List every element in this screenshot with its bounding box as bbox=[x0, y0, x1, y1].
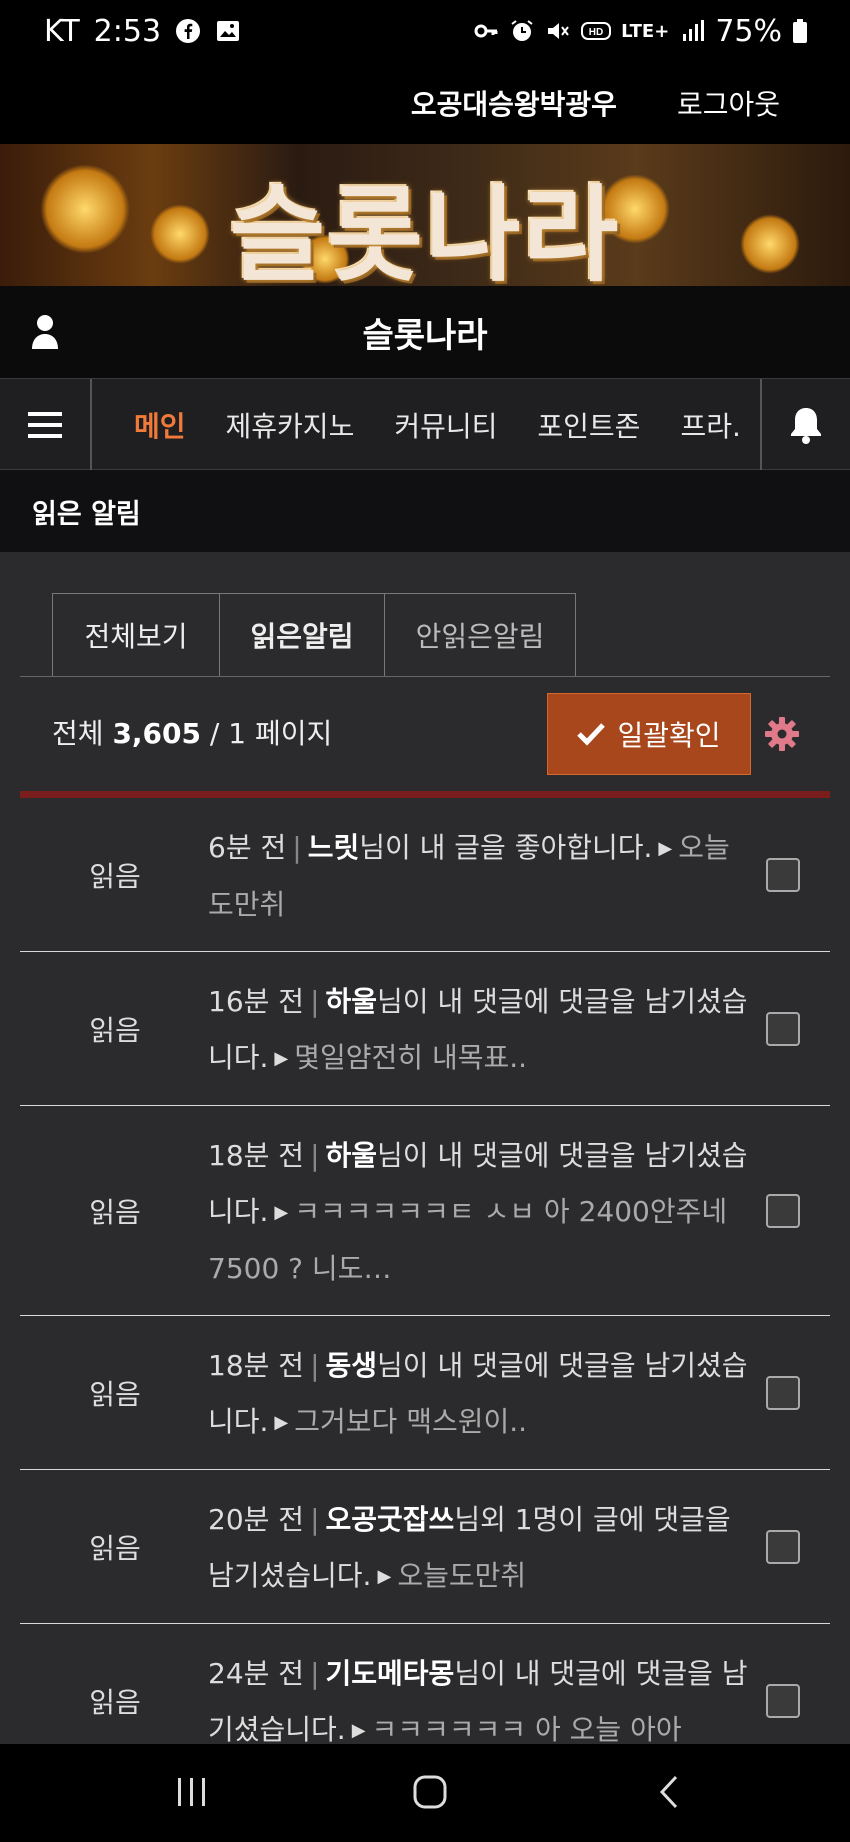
bell-icon bbox=[791, 407, 821, 444]
notification-time: 16분 전 bbox=[208, 985, 305, 1018]
svg-text:HD: HD bbox=[589, 27, 603, 38]
notification-text[interactable]: 18분 전 | 동생님이 내 댓글에 댓글을 남기셨습니다. ▶ 그거보다 맥스윈이.. bbox=[208, 1316, 753, 1469]
clock: 2:53 bbox=[93, 13, 162, 49]
site-name[interactable]: 슬롯나라 bbox=[362, 308, 487, 357]
hd-icon: HD bbox=[581, 22, 612, 40]
banner-title: 슬롯나라 bbox=[229, 174, 621, 286]
nav-item-community[interactable]: 커뮤니티 bbox=[374, 405, 517, 445]
mute-icon bbox=[548, 23, 569, 39]
select-checkbox[interactable] bbox=[766, 1683, 800, 1718]
notification-row[interactable]: 읽음 6분 전 | 느릿님이 내 글을 좋아합니다. ▶ 오늘도만취 bbox=[20, 798, 830, 952]
logout-link[interactable]: 로그아웃 bbox=[677, 83, 780, 123]
carrier-label: KT bbox=[44, 13, 80, 49]
notification-row[interactable]: 읽음 16분 전 | 하울님이 내 댓글에 댓글을 남기셨습니다. ▶ 몇일얌전히 내목… bbox=[20, 952, 830, 1106]
notification-row[interactable]: 읽음 18분 전 | 하울님이 내 댓글에 댓글을 남기셨습니다. ▶ ㅋㅋㅋㅋㅋㅋㅌ … bbox=[20, 1106, 830, 1316]
notification-message: 님이 내 글을 좋아합니다. bbox=[359, 831, 653, 864]
site-header: 슬롯나라 bbox=[0, 286, 850, 378]
tab-read[interactable]: 읽은알림 bbox=[219, 593, 384, 677]
summary-pages: 1 페이지 bbox=[228, 717, 333, 750]
notifications-button[interactable] bbox=[760, 379, 850, 470]
summary-total: 3,605 bbox=[112, 717, 202, 750]
user-icon[interactable] bbox=[30, 314, 60, 350]
notification-preview: ㅋㅋㅋㅋㅋㅋ 아 오늘 아아 bbox=[371, 1713, 682, 1746]
notification-nick: 느릿 bbox=[307, 831, 360, 864]
page-title: 읽은 알림 bbox=[0, 470, 850, 552]
tab-unread[interactable]: 안읽은알림 bbox=[384, 593, 576, 677]
notification-time: 6분 전 bbox=[208, 831, 287, 864]
nav-item-more[interactable]: 프라. bbox=[660, 405, 760, 445]
status-bar: KT 2:53 HD LTE+ 75% bbox=[0, 0, 850, 62]
notification-row[interactable]: 읽음 18분 전 | 동생님이 내 댓글에 댓글을 남기셨습니다. ▶ 그거보다 맥스윈… bbox=[20, 1316, 830, 1470]
notification-nick: 오공굿잡쓰 bbox=[325, 1503, 455, 1536]
hamburger-icon bbox=[28, 411, 62, 438]
key-icon bbox=[474, 24, 498, 38]
username-link[interactable]: 오공대승왕박광우 bbox=[411, 83, 617, 123]
notification-time: 18분 전 bbox=[208, 1349, 305, 1382]
notification-nick: 하울 bbox=[325, 985, 378, 1018]
bulk-confirm-label: 일괄확인 bbox=[617, 719, 721, 752]
notification-preview: 오늘도만취 bbox=[397, 1559, 527, 1592]
notification-time: 18분 전 bbox=[208, 1139, 305, 1172]
notification-list: 읽음 6분 전 | 느릿님이 내 글을 좋아합니다. ▶ 오늘도만취 읽음 16분 전 |… bbox=[20, 798, 830, 1778]
gear-icon[interactable] bbox=[765, 717, 799, 751]
home-icon[interactable] bbox=[410, 1772, 450, 1812]
nav-item-partner-casino[interactable]: 제휴카지노 bbox=[206, 405, 375, 445]
top-user-bar: 오공대승왕박광우 로그아웃 bbox=[0, 62, 850, 144]
notification-text[interactable]: 18분 전 | 하울님이 내 댓글에 댓글을 남기셨습니다. ▶ ㅋㅋㅋㅋㅋㅋㅌ ㅅㅂ … bbox=[208, 1106, 753, 1315]
bulk-confirm-button[interactable]: 일괄확인 bbox=[547, 693, 751, 775]
site-banner[interactable]: 슬롯나라 bbox=[0, 144, 850, 286]
notification-text[interactable]: 6분 전 | 느릿님이 내 글을 좋아합니다. ▶ 오늘도만취 bbox=[208, 798, 753, 951]
caret-right-icon: ▶ bbox=[274, 1202, 289, 1223]
summary-prefix: 전체 bbox=[52, 717, 104, 750]
select-checkbox[interactable] bbox=[766, 1193, 800, 1228]
battery-percent: 75% bbox=[715, 13, 782, 49]
back-icon[interactable] bbox=[650, 1772, 690, 1812]
total-summary: 전체 3,605 / 1 페이지 bbox=[52, 712, 332, 752]
gallery-icon bbox=[217, 21, 240, 41]
select-checkbox[interactable] bbox=[766, 1529, 800, 1564]
nav-item-point-zone[interactable]: 포인트존 bbox=[517, 405, 660, 445]
hamburger-menu-button[interactable] bbox=[0, 379, 92, 470]
nav-item-main[interactable]: 메인 bbox=[92, 405, 206, 445]
check-icon bbox=[577, 723, 606, 746]
list-top-divider bbox=[20, 791, 830, 798]
tab-all[interactable]: 전체보기 bbox=[52, 593, 219, 677]
lte-icon: LTE+ bbox=[621, 20, 670, 42]
select-checkbox[interactable] bbox=[766, 1011, 800, 1046]
read-status: 읽음 bbox=[89, 1013, 141, 1047]
select-checkbox[interactable] bbox=[766, 1375, 800, 1410]
notification-text[interactable]: 16분 전 | 하울님이 내 댓글에 댓글을 남기셨습니다. ▶ 몇일얌전히 내목표.. bbox=[208, 952, 753, 1105]
caret-right-icon: ▶ bbox=[274, 1048, 289, 1069]
tab-divider bbox=[20, 676, 830, 677]
notification-preview: 그거보다 맥스윈이.. bbox=[294, 1405, 528, 1438]
main-nav: 메인 제휴카지노 커뮤니티 포인트존 프라. bbox=[0, 378, 850, 470]
alarm-icon bbox=[511, 20, 533, 41]
notification-nick: 하울 bbox=[325, 1139, 378, 1172]
recent-apps-icon[interactable] bbox=[172, 1772, 212, 1812]
read-status: 읽음 bbox=[89, 1377, 141, 1411]
notification-time: 24분 전 bbox=[208, 1657, 305, 1690]
summary-slash: / bbox=[209, 717, 220, 750]
caret-right-icon: ▶ bbox=[274, 1412, 289, 1433]
read-status: 읽음 bbox=[89, 1195, 141, 1229]
caret-right-icon: ▶ bbox=[377, 1566, 392, 1587]
read-status: 읽음 bbox=[89, 859, 141, 893]
notification-text[interactable]: 20분 전 | 오공굿잡쓰님외 1명이 글에 댓글을 남기셨습니다. ▶ 오늘도만취 bbox=[208, 1470, 753, 1623]
facebook-icon bbox=[176, 19, 201, 43]
notification-nick: 기도메타몽 bbox=[325, 1657, 455, 1690]
select-checkbox[interactable] bbox=[766, 857, 800, 892]
notification-tabs: 전체보기 읽은알림 안읽은알림 bbox=[52, 593, 576, 677]
notification-nick: 동생 bbox=[325, 1349, 378, 1382]
battery-icon bbox=[793, 19, 807, 43]
notification-time: 20분 전 bbox=[208, 1503, 305, 1536]
read-status: 읽음 bbox=[89, 1531, 141, 1565]
signal-icon bbox=[683, 20, 705, 41]
system-nav-bar bbox=[0, 1744, 850, 1842]
notification-preview: 몇일얌전히 내목표.. bbox=[294, 1041, 528, 1074]
caret-right-icon: ▶ bbox=[658, 838, 673, 859]
caret-right-icon: ▶ bbox=[351, 1720, 366, 1741]
notification-row[interactable]: 읽음 20분 전 | 오공굿잡쓰님외 1명이 글에 댓글을 남기셨습니다. ▶ 오늘도만… bbox=[20, 1470, 830, 1624]
